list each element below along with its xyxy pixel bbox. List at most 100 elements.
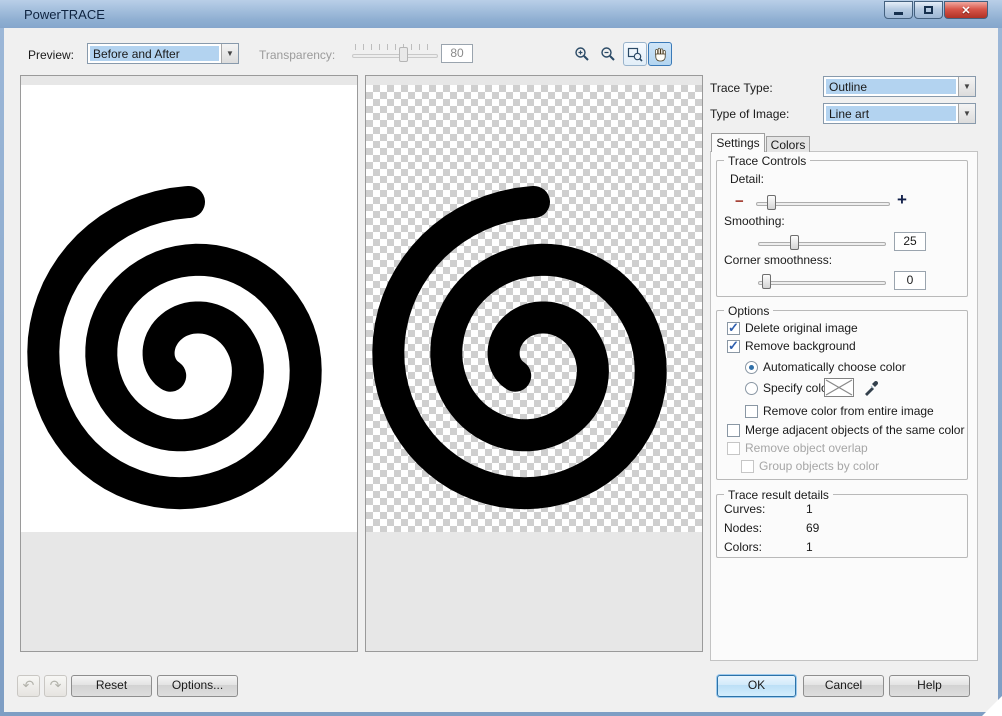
- colors-value: 1: [806, 540, 813, 554]
- before-image: [21, 85, 357, 532]
- before-spiral-graphic: [27, 186, 322, 510]
- remove-background-checkbox[interactable]: ✓ Remove background: [727, 338, 856, 353]
- transparency-value-box[interactable]: 80: [441, 44, 473, 63]
- trace-type-dropdown[interactable]: Outline ▼: [823, 76, 976, 97]
- redo-icon: ↷: [49, 677, 62, 693]
- pan-tool-button[interactable]: [648, 42, 672, 66]
- undo-button: ↶: [17, 675, 40, 697]
- corner-smoothness-label: Corner smoothness:: [724, 253, 833, 267]
- check-icon: ✓: [728, 319, 739, 335]
- after-image: [366, 85, 702, 532]
- cancel-button[interactable]: Cancel: [803, 675, 884, 697]
- curves-label: Curves:: [724, 502, 766, 516]
- smoothing-slider[interactable]: [758, 229, 886, 251]
- preview-selected-value: Before and After: [90, 46, 219, 61]
- checkbox-box: [741, 459, 754, 473]
- detail-slider[interactable]: [756, 189, 890, 211]
- trace-type-selected-value: Outline: [826, 79, 956, 94]
- checkbox-label: Remove background: [745, 339, 856, 353]
- spiral-path: [372, 186, 667, 510]
- maximize-icon: [924, 6, 933, 14]
- merge-adjacent-checkbox[interactable]: Merge adjacent objects of the same color: [727, 423, 964, 437]
- zoom-out-button[interactable]: [596, 42, 620, 66]
- window-title: PowerTRACE: [24, 7, 105, 22]
- transparency-label: Transparency:: [259, 48, 336, 62]
- after-spiral-graphic: [372, 186, 667, 510]
- chevron-down-icon[interactable]: ▼: [958, 77, 975, 96]
- checkbox-label: Remove object overlap: [745, 441, 868, 455]
- ok-button[interactable]: OK: [717, 675, 796, 697]
- radio-circle[interactable]: [745, 381, 758, 395]
- trace-type-label: Trace Type:: [710, 81, 773, 95]
- radio-circle[interactable]: [745, 360, 758, 374]
- minimize-icon: [894, 12, 903, 15]
- smoothing-value-box[interactable]: 25: [894, 232, 926, 251]
- corner-smoothness-slider[interactable]: [758, 268, 886, 290]
- slider-thumb[interactable]: [761, 274, 771, 289]
- detail-label: Detail:: [730, 172, 765, 186]
- chevron-down-icon[interactable]: ▼: [221, 44, 238, 63]
- reset-button[interactable]: Reset: [71, 675, 152, 697]
- image-type-label: Type of Image:: [710, 107, 790, 121]
- no-color-x-icon: [825, 379, 853, 396]
- checkbox-label: Merge adjacent objects of the same color: [745, 423, 965, 437]
- nodes-value: 69: [806, 521, 820, 535]
- preview-label: Preview:: [28, 48, 75, 62]
- corner-smoothness-value-box[interactable]: 0: [894, 271, 926, 290]
- close-icon: ✕: [961, 4, 971, 17]
- after-preview-pane[interactable]: [365, 75, 703, 652]
- image-type-selected-value: Line art: [826, 106, 956, 121]
- colors-label: Colors:: [724, 540, 763, 554]
- minimize-button[interactable]: [884, 1, 913, 19]
- tab-colors[interactable]: Colors: [766, 136, 810, 152]
- checkbox-box[interactable]: [727, 423, 740, 437]
- slider-thumb[interactable]: [399, 47, 409, 62]
- undo-icon: ↶: [22, 677, 35, 693]
- zoom-to-fit-icon: [627, 47, 643, 62]
- checkbox-label: Delete original image: [745, 321, 858, 335]
- remove-color-entire-checkbox[interactable]: Remove color from entire image: [745, 404, 934, 418]
- powertrace-window: PowerTRACE ✕ Preview: Before and After ▼…: [0, 0, 1002, 716]
- zoom-out-icon: [601, 47, 615, 61]
- specify-color-swatch[interactable]: [824, 378, 854, 397]
- eyedropper-button[interactable]: [860, 378, 882, 397]
- slider-track: [352, 54, 438, 58]
- redo-button: ↷: [44, 675, 67, 697]
- specify-color-radio[interactable]: Specify color:: [745, 381, 835, 395]
- remove-overlap-checkbox: Remove object overlap: [727, 441, 868, 455]
- delete-original-checkbox[interactable]: ✓ Delete original image: [727, 319, 858, 335]
- checkbox-box[interactable]: [745, 404, 758, 418]
- title-bar[interactable]: PowerTRACE ✕: [0, 0, 1002, 28]
- options-button[interactable]: Options...: [157, 675, 238, 697]
- options-title: Options: [724, 304, 774, 318]
- slider-thumb[interactable]: [790, 235, 799, 250]
- zoom-in-button[interactable]: [570, 42, 594, 66]
- slider-ticks: [355, 44, 435, 50]
- trace-results-title: Trace result details: [724, 488, 833, 502]
- chevron-down-icon[interactable]: ▼: [958, 104, 975, 123]
- trace-controls-title: Trace Controls: [724, 154, 811, 168]
- maximize-button[interactable]: [914, 1, 943, 19]
- image-type-dropdown[interactable]: Line art ▼: [823, 103, 976, 124]
- help-button[interactable]: Help: [889, 675, 970, 697]
- preview-dropdown[interactable]: Before and After ▼: [87, 43, 239, 64]
- auto-choose-color-radio[interactable]: Automatically choose color: [745, 360, 906, 374]
- close-button[interactable]: ✕: [944, 1, 988, 19]
- checkbox-box[interactable]: ✓: [727, 338, 740, 353]
- detail-decrease-button[interactable]: −: [735, 193, 744, 210]
- transparency-slider[interactable]: [352, 41, 438, 63]
- zoom-to-fit-button[interactable]: [623, 42, 647, 66]
- eyedropper-icon: [865, 380, 879, 396]
- checkbox-box: [727, 441, 740, 455]
- resize-grip[interactable]: [982, 696, 1002, 716]
- slider-thumb[interactable]: [766, 195, 776, 210]
- checkbox-box[interactable]: ✓: [727, 319, 740, 335]
- before-preview-pane[interactable]: [20, 75, 358, 652]
- curves-value: 1: [806, 502, 813, 516]
- detail-increase-button[interactable]: +: [897, 190, 907, 210]
- nodes-label: Nodes:: [724, 521, 763, 535]
- slider-track: [756, 202, 890, 206]
- tab-settings[interactable]: Settings: [711, 133, 765, 152]
- smoothing-label: Smoothing:: [724, 214, 785, 228]
- zoom-in-icon: [575, 47, 589, 61]
